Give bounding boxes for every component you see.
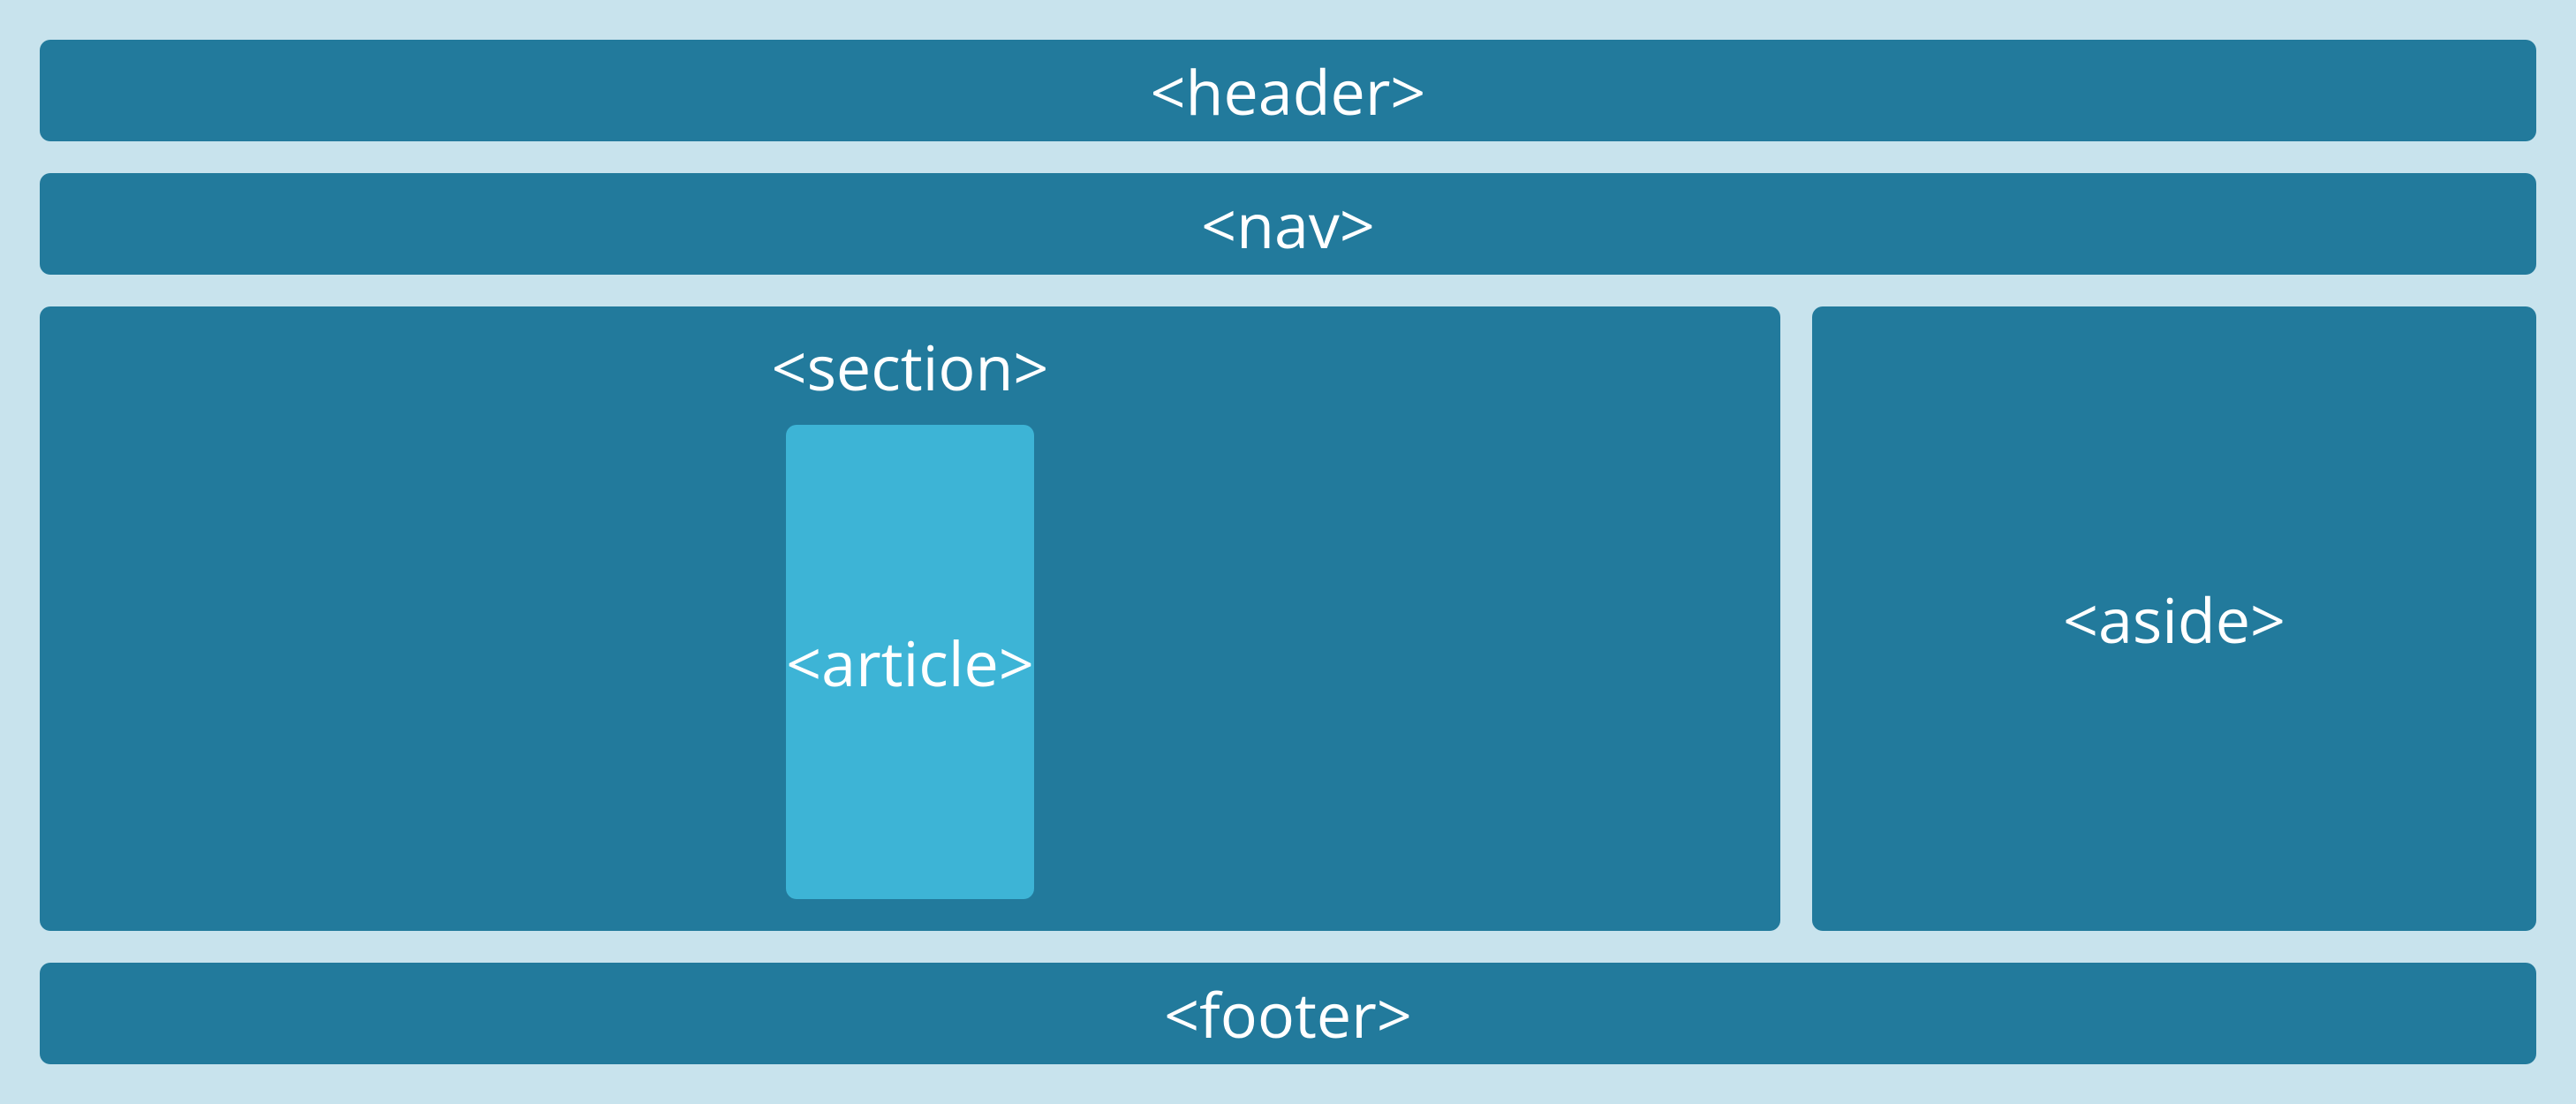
aside-label: <aside>	[2063, 577, 2285, 662]
section-label: <section>	[772, 324, 1049, 425]
article-label: <article>	[786, 620, 1034, 705]
aside-block: <aside>	[1812, 306, 2536, 931]
middle-row: <section> <article> <aside>	[40, 306, 2536, 931]
nav-label: <nav>	[1201, 182, 1375, 267]
header-label: <header>	[1151, 49, 1426, 133]
nav-block: <nav>	[40, 173, 2536, 275]
footer-block: <footer>	[40, 963, 2536, 1064]
footer-label: <footer>	[1164, 972, 1412, 1056]
section-block: <section> <article>	[40, 306, 1780, 931]
header-block: <header>	[40, 40, 2536, 141]
article-block: <article>	[786, 425, 1034, 899]
